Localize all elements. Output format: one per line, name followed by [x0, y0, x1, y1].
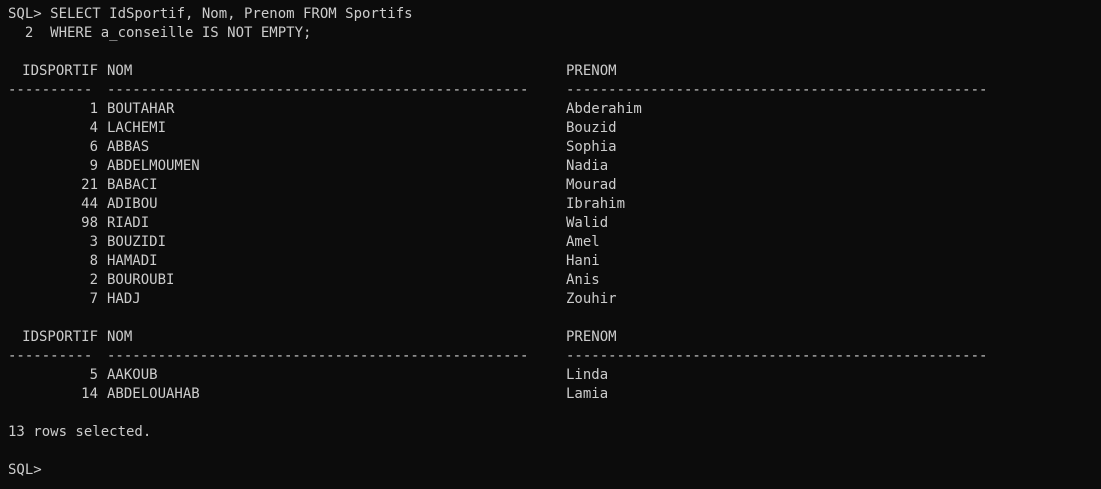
cell-nom: BOUZIDI — [107, 234, 167, 250]
cell-nom: AAKOUB — [107, 367, 158, 383]
sql-prompt[interactable]: SQL> — [8, 461, 1101, 480]
cell-idsportif: 21 — [81, 177, 98, 193]
cell-idsportif: 3 — [89, 234, 98, 250]
result-header-row: IDSPORTIF NOM PRENOM — [8, 328, 1101, 347]
header-idsportif: IDSPORTIF — [22, 329, 98, 345]
cell-prenom: Sophia — [566, 139, 617, 155]
result-separator-row: ---------- -----------------------------… — [8, 81, 1101, 100]
table-row: 6 ABBAS Sophia — [8, 138, 1101, 157]
table-row: 98 RIADI Walid — [8, 214, 1101, 233]
table-row: 44 ADIBOU Ibrahim — [8, 195, 1101, 214]
cell-prenom: Walid — [566, 215, 609, 231]
header-nom: NOM — [107, 63, 133, 79]
header-prenom: PRENOM — [566, 63, 617, 79]
separator-prenom: ----------------------------------------… — [566, 348, 988, 364]
cell-idsportif: 1 — [89, 101, 98, 117]
result-header-row: IDSPORTIF NOM PRENOM — [8, 62, 1101, 81]
result-block-2: 5 AAKOUB Linda 14 ABDELOUAHAB Lamia — [8, 366, 1101, 404]
cell-idsportif: 5 — [89, 367, 98, 383]
header-nom: NOM — [107, 329, 133, 345]
table-row: 3 BOUZIDI Amel — [8, 233, 1101, 252]
cell-prenom: Mourad — [566, 177, 617, 193]
cell-nom: BABACI — [107, 177, 158, 193]
table-row: 21 BABACI Mourad — [8, 176, 1101, 195]
cell-prenom: Ibrahim — [566, 196, 626, 212]
cell-prenom: Anis — [566, 272, 600, 288]
cell-idsportif: 8 — [89, 253, 98, 269]
cell-nom: ADIBOU — [107, 196, 158, 212]
cell-prenom: Amel — [566, 234, 600, 250]
result-separator-row: ---------- -----------------------------… — [8, 347, 1101, 366]
table-row: 1 BOUTAHAR Abderahim — [8, 100, 1101, 119]
cell-nom: BOUTAHAR — [107, 101, 175, 117]
cell-nom: RIADI — [107, 215, 150, 231]
cell-nom: LACHEMI — [107, 120, 167, 136]
separator-prenom: ----------------------------------------… — [566, 82, 988, 98]
cell-idsportif: 44 — [81, 196, 98, 212]
header-idsportif: IDSPORTIF — [22, 63, 98, 79]
sql-command-line-2: 2 WHERE a_conseille IS NOT EMPTY; — [8, 25, 312, 41]
cell-nom: HAMADI — [107, 253, 158, 269]
terminal-window[interactable]: SQL> SELECT IdSportif, Nom, Prenom FROM … — [0, 0, 1101, 489]
cell-idsportif: 2 — [89, 272, 98, 288]
cell-prenom: Nadia — [566, 158, 609, 174]
rows-selected-summary: 13 rows selected. — [8, 424, 152, 440]
cell-idsportif: 7 — [89, 291, 98, 307]
cell-idsportif: 14 — [81, 386, 98, 402]
cell-prenom: Zouhir — [566, 291, 617, 307]
table-row: 4 LACHEMI Bouzid — [8, 119, 1101, 138]
cell-nom: HADJ — [107, 291, 141, 307]
header-prenom: PRENOM — [566, 329, 617, 345]
cell-prenom: Lamia — [566, 386, 609, 402]
table-row: 14 ABDELOUAHAB Lamia — [8, 385, 1101, 404]
separator-idsportif: ---------- — [8, 348, 93, 364]
separator-nom: ----------------------------------------… — [107, 82, 529, 98]
cell-nom: ABDELOUAHAB — [107, 386, 200, 402]
cell-idsportif: 98 — [81, 215, 98, 231]
table-row: 8 HAMADI Hani — [8, 252, 1101, 271]
cell-nom: ABDELMOUMEN — [107, 158, 200, 174]
sql-command-line-1: SQL> SELECT IdSportif, Nom, Prenom FROM … — [8, 6, 413, 22]
cell-prenom: Bouzid — [566, 120, 617, 136]
cell-prenom: Linda — [566, 367, 609, 383]
cell-prenom: Hani — [566, 253, 600, 269]
cell-prenom: Abderahim — [566, 101, 642, 117]
separator-nom: ----------------------------------------… — [107, 348, 529, 364]
table-row: 7 HADJ Zouhir — [8, 290, 1101, 309]
table-row: 5 AAKOUB Linda — [8, 366, 1101, 385]
cell-idsportif: 9 — [89, 158, 98, 174]
cell-idsportif: 6 — [89, 139, 98, 155]
cell-idsportif: 4 — [89, 120, 98, 136]
result-block-1: 1 BOUTAHAR Abderahim 4 LACHEMI Bouzid 6 ABBAS So… — [8, 100, 1101, 309]
table-row: 9 ABDELMOUMEN Nadia — [8, 157, 1101, 176]
separator-idsportif: ---------- — [8, 82, 93, 98]
cell-nom: BOUROUBI — [107, 272, 175, 288]
cell-nom: ABBAS — [107, 139, 150, 155]
table-row: 2 BOUROUBI Anis — [8, 271, 1101, 290]
